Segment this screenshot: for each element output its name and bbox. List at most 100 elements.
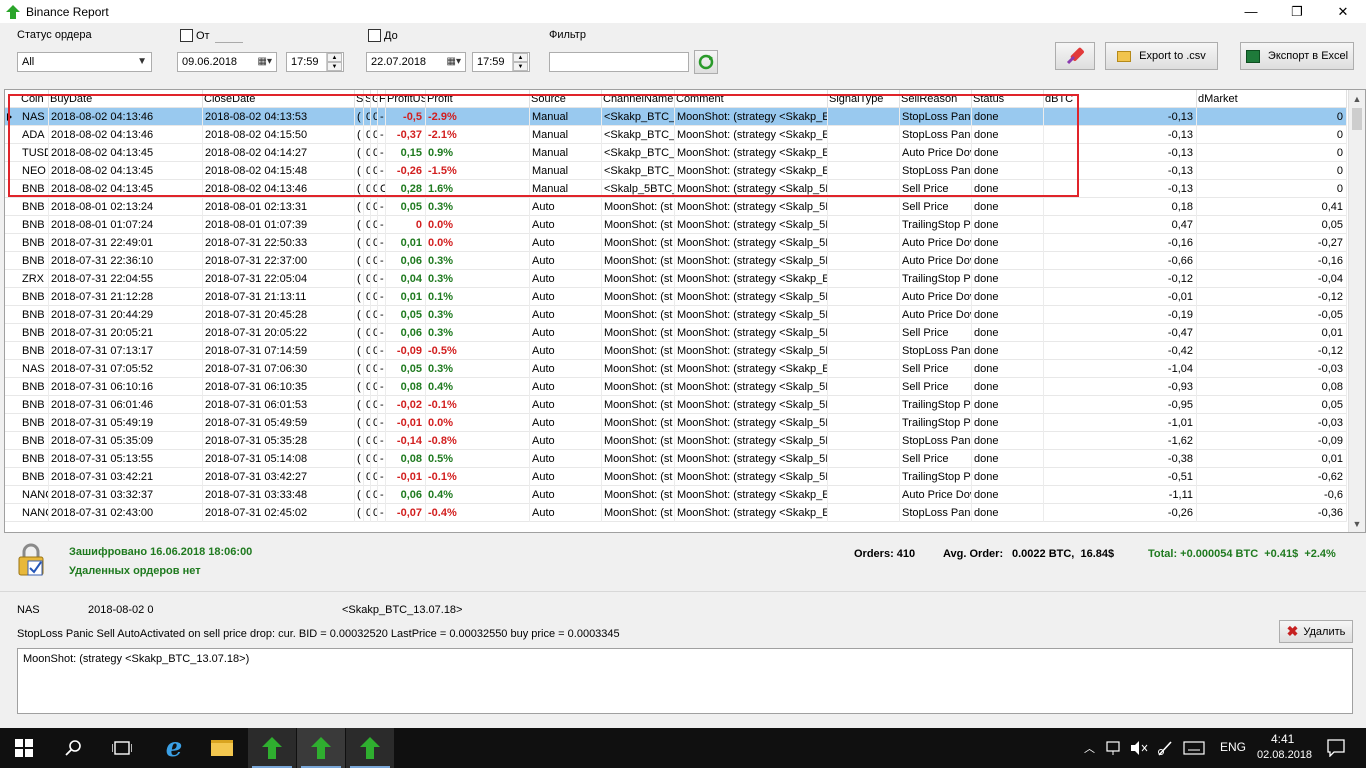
- column-header[interactable]: SellReason: [900, 90, 972, 108]
- column-header[interactable]: ProfitUS: [386, 90, 426, 108]
- tray-chevron-icon[interactable]: ︿: [1084, 740, 1095, 756]
- export-csv-button[interactable]: Export to .csv: [1105, 42, 1218, 70]
- to-checkbox[interactable]: [368, 29, 381, 42]
- ie-taskbar-button[interactable]: e: [150, 728, 198, 768]
- cell-coin: BNB: [20, 468, 49, 486]
- notification-icon[interactable]: [1327, 739, 1345, 757]
- comment-memo[interactable]: MoonShot: (strategy <Skakp_BTC_13.07.18>…: [17, 648, 1353, 714]
- cell-dmarket: 0: [1197, 144, 1347, 162]
- from-date-picker[interactable]: 09.06.2018 ▦▾: [177, 52, 277, 72]
- table-row[interactable]: ADA 2018-08-02 04:13:46 2018-08-02 04:15:5…: [5, 126, 1347, 144]
- explorer-taskbar-button[interactable]: [198, 728, 246, 768]
- column-header[interactable]: CloseDate: [203, 90, 355, 108]
- column-header[interactable]: S: [364, 90, 371, 108]
- table-row[interactable]: BNB 2018-07-31 07:13:17 2018-07-31 07:14:5…: [5, 342, 1347, 360]
- column-header[interactable]: Status: [972, 90, 1044, 108]
- table-row[interactable]: BNB 2018-07-31 05:49:19 2018-07-31 05:49:5…: [5, 414, 1347, 432]
- app-taskbar-button-2[interactable]: [297, 728, 345, 768]
- to-time-input[interactable]: 17:59 ▲ ▼: [472, 52, 530, 72]
- table-row[interactable]: BNB 2018-08-01 02:13:24 2018-08-01 02:13:3…: [5, 198, 1347, 216]
- column-header[interactable]: F: [378, 90, 386, 108]
- table-row[interactable]: ZRX 2018-07-31 22:04:55 2018-07-31 22:05:0…: [5, 270, 1347, 288]
- table-row[interactable]: BNB 2018-07-31 20:44:29 2018-07-31 20:45:2…: [5, 306, 1347, 324]
- from-time-spinner[interactable]: ▲ ▼: [326, 53, 342, 71]
- filter-input[interactable]: [549, 52, 689, 72]
- delete-button[interactable]: ✖ Удалить: [1279, 620, 1353, 643]
- language-indicator[interactable]: ENG: [1220, 740, 1246, 754]
- column-header[interactable]: BuyDate: [49, 90, 203, 108]
- column-header[interactable]: G: [371, 90, 378, 108]
- table-row[interactable]: BNB 2018-07-31 22:49:01 2018-07-31 22:50:3…: [5, 234, 1347, 252]
- cell-pus: 0,15: [386, 144, 426, 162]
- minimize-button[interactable]: —: [1228, 0, 1274, 23]
- column-header[interactable]: SignalType: [828, 90, 900, 108]
- cell-g: 0: [371, 108, 378, 126]
- table-row[interactable]: BNB 2018-07-31 22:36:10 2018-07-31 22:37:0…: [5, 252, 1347, 270]
- column-header[interactable]: Coin: [20, 90, 49, 108]
- table-row[interactable]: BNB 2018-07-31 20:05:21 2018-07-31 20:05:2…: [5, 324, 1347, 342]
- cell-signal: [828, 180, 900, 198]
- settings-tools-button[interactable]: [1055, 42, 1095, 70]
- table-row[interactable]: NEO 2018-08-02 04:13:45 2018-08-02 04:15:4…: [5, 162, 1347, 180]
- vertical-scrollbar[interactable]: ▲ ▼: [1348, 90, 1365, 532]
- table-row[interactable]: BNB 2018-07-31 05:35:09 2018-07-31 05:35:2…: [5, 432, 1347, 450]
- column-header[interactable]: Comment: [675, 90, 828, 108]
- table-row[interactable]: BNB 2018-07-31 06:10:16 2018-07-31 06:10:3…: [5, 378, 1347, 396]
- from-time-input[interactable]: 17:59 ▲ ▼: [286, 52, 344, 72]
- pen-icon[interactable]: [1157, 740, 1175, 756]
- volume-icon[interactable]: [1130, 740, 1148, 756]
- cell-profit: 0.3%: [426, 252, 530, 270]
- app-taskbar-button-1[interactable]: [248, 728, 296, 768]
- maximize-button[interactable]: ❐: [1274, 0, 1320, 23]
- scroll-down-icon[interactable]: ▼: [1349, 516, 1365, 532]
- cell-pus: -0,01: [386, 414, 426, 432]
- spin-down-icon[interactable]: ▼: [327, 62, 342, 71]
- table-row[interactable]: TUSD 2018-08-02 04:13:45 2018-08-02 04:14:…: [5, 144, 1347, 162]
- cell-coin: BNB: [20, 198, 49, 216]
- cell-dbtc: -0,26: [1044, 504, 1197, 522]
- order-status-select[interactable]: All ▼: [17, 52, 152, 72]
- cell-f: C: [378, 180, 386, 198]
- table-row[interactable]: BNB 2018-07-31 05:13:55 2018-07-31 05:14:0…: [5, 450, 1347, 468]
- column-header[interactable]: S: [355, 90, 364, 108]
- table-row[interactable]: BNB 2018-08-02 04:13:45 2018-08-02 04:13:4…: [5, 180, 1347, 198]
- column-header[interactable]: dBTC: [1044, 90, 1197, 108]
- table-row[interactable]: NAS 2018-07-31 07:05:52 2018-07-31 07:06:3…: [5, 360, 1347, 378]
- cell-signal: [828, 288, 900, 306]
- to-date-picker[interactable]: 22.07.2018 ▦▾: [366, 52, 466, 72]
- scroll-up-icon[interactable]: ▲: [1349, 91, 1365, 107]
- cell-source: Auto: [530, 396, 602, 414]
- table-row[interactable]: NANC2018-07-31 02:43:002018-07-31 02:45:…: [5, 504, 1347, 522]
- search-button[interactable]: [50, 728, 98, 768]
- table-row[interactable]: BNB 2018-08-01 01:07:24 2018-08-01 01:07:3…: [5, 216, 1347, 234]
- spin-up-icon[interactable]: ▲: [513, 53, 528, 62]
- orders-grid[interactable]: CoinBuyDateCloseDateSSGFProfitUSProfitSo…: [4, 89, 1366, 533]
- from-checkbox[interactable]: [180, 29, 193, 42]
- table-row[interactable]: NAS 2018-08-02 04:13:46 2018-08-02 04:13:5…: [5, 108, 1347, 126]
- scroll-thumb[interactable]: [1352, 108, 1362, 130]
- column-header[interactable]: dMarket: [1197, 90, 1347, 108]
- column-header[interactable]: ChannelName: [602, 90, 675, 108]
- export-excel-button[interactable]: Экспорт в Excel: [1240, 42, 1354, 70]
- start-button[interactable]: [0, 728, 48, 768]
- cell-source: Auto: [530, 324, 602, 342]
- clock-time[interactable]: 4:41: [1271, 732, 1294, 746]
- cell-source: Auto: [530, 468, 602, 486]
- task-view-button[interactable]: [98, 728, 146, 768]
- column-header[interactable]: Profit: [426, 90, 530, 108]
- cell-s1: (: [355, 414, 364, 432]
- keyboard-icon[interactable]: [1183, 740, 1205, 756]
- table-row[interactable]: BNB 2018-07-31 03:42:21 2018-07-31 03:42:2…: [5, 468, 1347, 486]
- table-row[interactable]: NANC2018-07-31 03:32:372018-07-31 03:33:…: [5, 486, 1347, 504]
- network-icon[interactable]: [1105, 740, 1123, 756]
- clock-date[interactable]: 02.08.2018: [1257, 749, 1312, 761]
- spin-up-icon[interactable]: ▲: [327, 53, 342, 62]
- refresh-button[interactable]: [694, 50, 718, 74]
- close-button[interactable]: ✕: [1320, 0, 1366, 23]
- column-header[interactable]: Source: [530, 90, 602, 108]
- spin-down-icon[interactable]: ▼: [513, 62, 528, 71]
- to-time-spinner[interactable]: ▲ ▼: [512, 53, 528, 71]
- table-row[interactable]: BNB 2018-07-31 21:12:28 2018-07-31 21:13:1…: [5, 288, 1347, 306]
- table-row[interactable]: BNB 2018-07-31 06:01:46 2018-07-31 06:01:5…: [5, 396, 1347, 414]
- app-taskbar-button-3[interactable]: [346, 728, 394, 768]
